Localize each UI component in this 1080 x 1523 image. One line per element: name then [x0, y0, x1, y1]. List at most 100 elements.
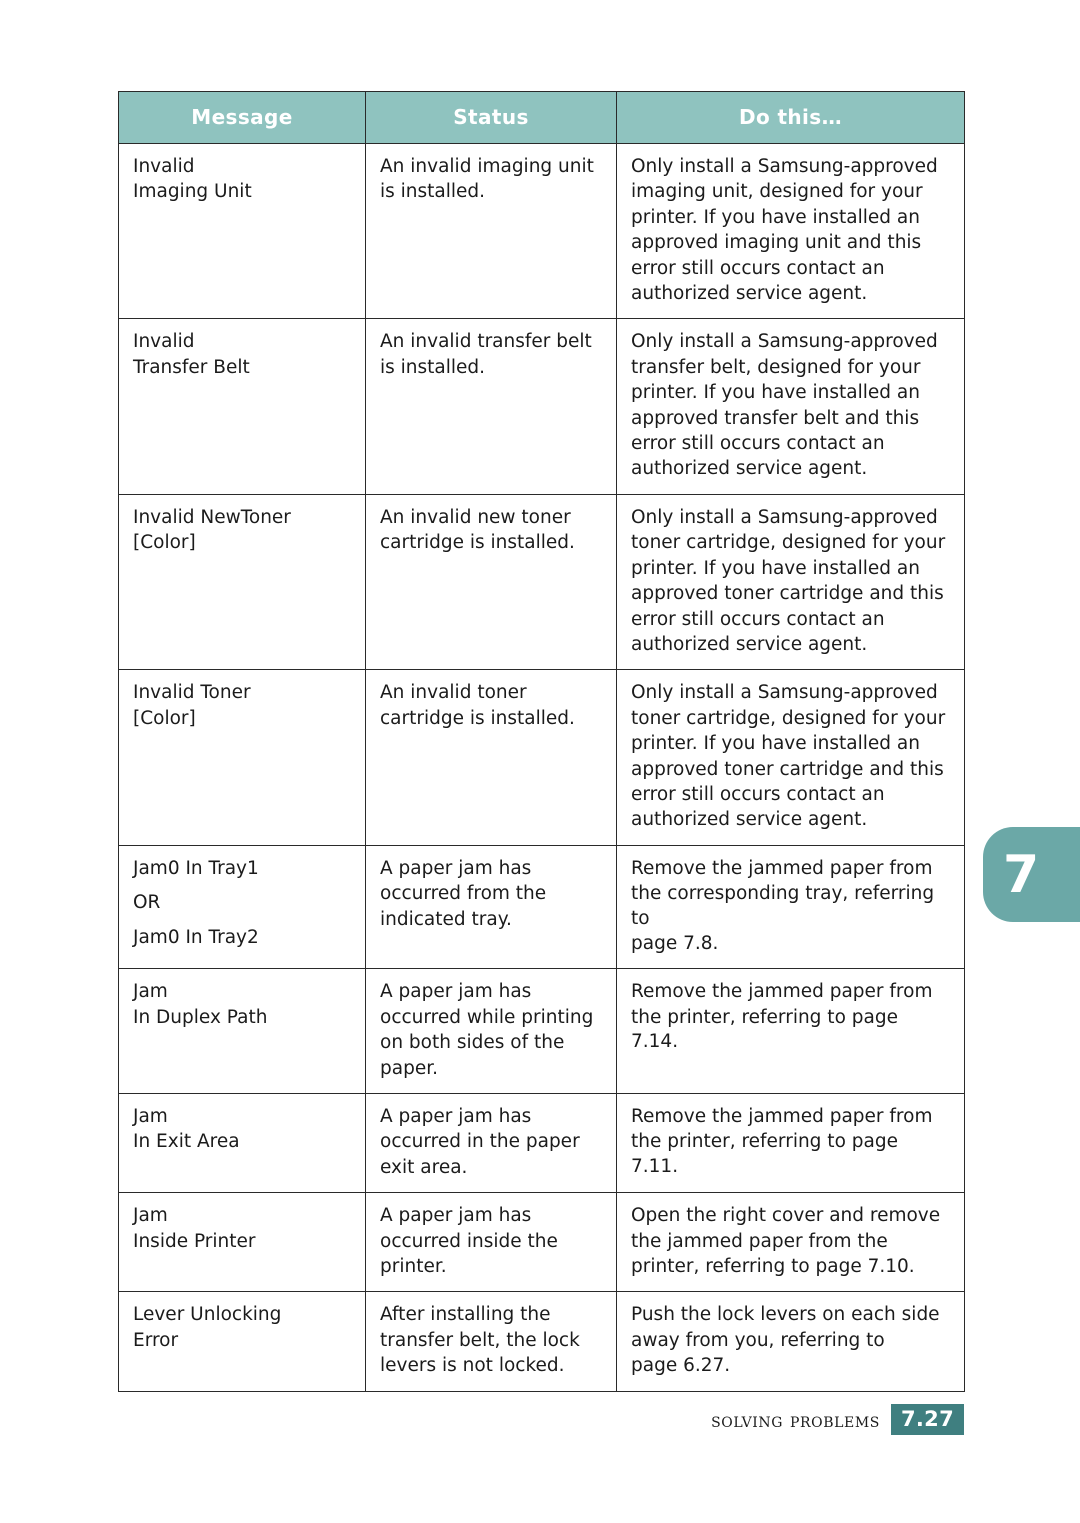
- text-line: After installing the: [380, 1304, 551, 1326]
- text-line: approved toner cartridge and this: [631, 583, 944, 605]
- text-line: Lever Unlocking: [133, 1304, 282, 1326]
- cell-message: Jam0 In Tray1 OR Jam0 In Tray2: [118, 844, 366, 970]
- table-row: Jam In Duplex Path A paper jam has occurred…: [118, 968, 965, 1094]
- text-line: [Color]: [133, 707, 196, 729]
- text-line: Error: [133, 1329, 179, 1351]
- text-line: authorized service agent.: [631, 283, 868, 305]
- text-line: A paper jam has: [380, 981, 532, 1003]
- column-header-do-this: Do this…: [616, 91, 965, 144]
- text-line: printer. If you have installed an: [631, 206, 920, 228]
- text-line: Jam0 In Tray2: [133, 926, 259, 948]
- text-line: [Color]: [133, 532, 196, 554]
- cell-status: An invalid transfer belt is installed.: [365, 318, 617, 495]
- text-line: exit area.: [380, 1156, 468, 1178]
- text-line: indicated tray.: [380, 908, 512, 930]
- table-row: Lever Unlocking Error After installing the…: [118, 1291, 965, 1392]
- cell-status: An invalid new toner cartridge is install…: [365, 493, 617, 671]
- text-line: Imaging Unit: [133, 181, 252, 203]
- text-line: Invalid NewToner: [133, 506, 291, 528]
- text-line: Invalid Toner: [133, 682, 251, 704]
- text-line: the printer, referring to page 7.11.: [631, 1131, 898, 1177]
- cell-status: A paper jam has occurred inside the printe…: [365, 1192, 617, 1293]
- text-line: Jam: [133, 1205, 168, 1227]
- text-line: Open the right cover and remove: [631, 1205, 941, 1227]
- text-line: printer, referring to page 7.10.: [631, 1256, 915, 1278]
- text-line: away from you, referring to: [631, 1329, 885, 1351]
- text-line: Jam0 In Tray1: [133, 857, 259, 879]
- text-line: Only install a Samsung-approved: [631, 331, 938, 353]
- table-row: Jam0 In Tray1 OR Jam0 In Tray2 A paper jam …: [118, 844, 965, 970]
- text-line: authorized service agent.: [631, 458, 868, 480]
- footer-page-number: 7.27: [890, 1404, 964, 1436]
- text-line: toner cartridge, designed for your: [631, 707, 946, 729]
- cell-status: An invalid toner cartridge is installed.: [365, 669, 617, 846]
- chapter-tab: 7: [983, 827, 1080, 922]
- text-line: Remove the jammed paper from: [631, 1106, 933, 1127]
- cell-message: Invalid NewToner [Color]: [118, 493, 366, 671]
- text-line: An invalid imaging unit: [380, 156, 594, 177]
- table-header: Message Status Do this…: [118, 91, 965, 144]
- text-line: Jam: [133, 1106, 168, 1127]
- text-line: In Duplex Path: [133, 1006, 268, 1028]
- text-line: In Exit Area: [133, 1131, 240, 1153]
- text-line: printer. If you have installed an: [631, 382, 920, 404]
- cell-message: Jam In Exit Area: [118, 1092, 366, 1194]
- text-line: error still occurs contact an: [631, 783, 885, 805]
- text-line: occurred inside the: [380, 1230, 558, 1252]
- cell-status: A paper jam has occurred in the paper exit…: [365, 1092, 617, 1194]
- text-line: A paper jam has: [380, 857, 532, 879]
- text-line: Invalid: [133, 331, 195, 353]
- cell-message: Jam Inside Printer: [118, 1192, 366, 1293]
- cell-message: Invalid Imaging Unit: [118, 142, 366, 320]
- text-line: An invalid transfer belt: [380, 331, 592, 353]
- table-row: Invalid NewToner [Color] An invalid new to…: [118, 493, 965, 671]
- text-line: occurred from the: [380, 883, 547, 905]
- text-line: An invalid toner: [380, 682, 527, 704]
- cell-do-this: Open the right cover and remove the jamme…: [616, 1192, 965, 1293]
- text-line: cartridge is installed.: [380, 707, 575, 729]
- cell-message: Jam In Duplex Path: [118, 968, 366, 1094]
- text-line: printer.: [380, 1256, 447, 1278]
- text-line: page 7.8.: [631, 932, 719, 954]
- cell-do-this: Only install a Samsung-approved transfer …: [616, 318, 965, 495]
- text-line: the printer, referring to page 7.14.: [631, 1006, 898, 1053]
- cell-do-this: Remove the jammed paper from the printer,…: [616, 968, 965, 1094]
- text-line: approved toner cartridge and this: [631, 758, 944, 780]
- text-line: approved transfer belt and this: [631, 407, 920, 429]
- page-footer: Solving Problems 7.27: [0, 1404, 964, 1436]
- text-line: cartridge is installed.: [380, 532, 575, 554]
- cell-status: An invalid imaging unit is installed.: [365, 142, 617, 320]
- table-row: Invalid Toner [Color] An invalid toner cart…: [118, 669, 965, 846]
- text-line: Remove the jammed paper from: [631, 981, 933, 1003]
- cell-status: After installing the transfer belt, the l…: [365, 1291, 617, 1392]
- cell-message: Invalid Toner [Color]: [118, 669, 366, 846]
- text-line: Push the lock levers on each side: [631, 1304, 940, 1326]
- text-line: is installed.: [380, 356, 486, 378]
- text-line: printer. If you have installed an: [631, 733, 920, 755]
- text-line: Jam: [133, 981, 168, 1003]
- text-line: error still occurs contact an: [631, 608, 885, 630]
- text-line: error still occurs contact an: [631, 433, 885, 455]
- text-line: is installed.: [380, 181, 486, 203]
- text-line: error still occurs contact an: [631, 257, 885, 279]
- column-header-status: Status: [365, 91, 617, 144]
- chapter-tab-number: 7: [1003, 844, 1039, 905]
- text-line: Only install a Samsung-approved: [631, 156, 938, 177]
- cell-do-this: Remove the jammed paper from the printer,…: [616, 1092, 965, 1194]
- text-line: occurred while printing: [380, 1006, 594, 1028]
- text-line: authorized service agent.: [631, 633, 868, 655]
- text-line: the jammed paper from the: [631, 1230, 888, 1252]
- text-line: imaging unit, designed for your: [631, 181, 923, 203]
- table-body: Invalid Imaging Unit An invalid imaging un…: [118, 142, 965, 1392]
- cell-do-this: Push the lock levers on each side away fr…: [616, 1291, 965, 1392]
- text-line: the corresponding tray, referring to: [631, 883, 935, 929]
- cell-message: Invalid Transfer Belt: [118, 318, 366, 495]
- table-row: Invalid Imaging Unit An invalid imaging un…: [118, 142, 965, 320]
- text-line: Remove the jammed paper from: [631, 857, 933, 879]
- text-line: authorized service agent.: [631, 809, 868, 831]
- text-line: OR: [133, 892, 161, 914]
- text-line: A paper jam has: [380, 1205, 532, 1227]
- text-line: Transfer Belt: [133, 356, 250, 378]
- text-line: Only install a Samsung-approved: [631, 506, 938, 528]
- table-row: Jam Inside Printer A paper jam has occurred…: [118, 1192, 965, 1293]
